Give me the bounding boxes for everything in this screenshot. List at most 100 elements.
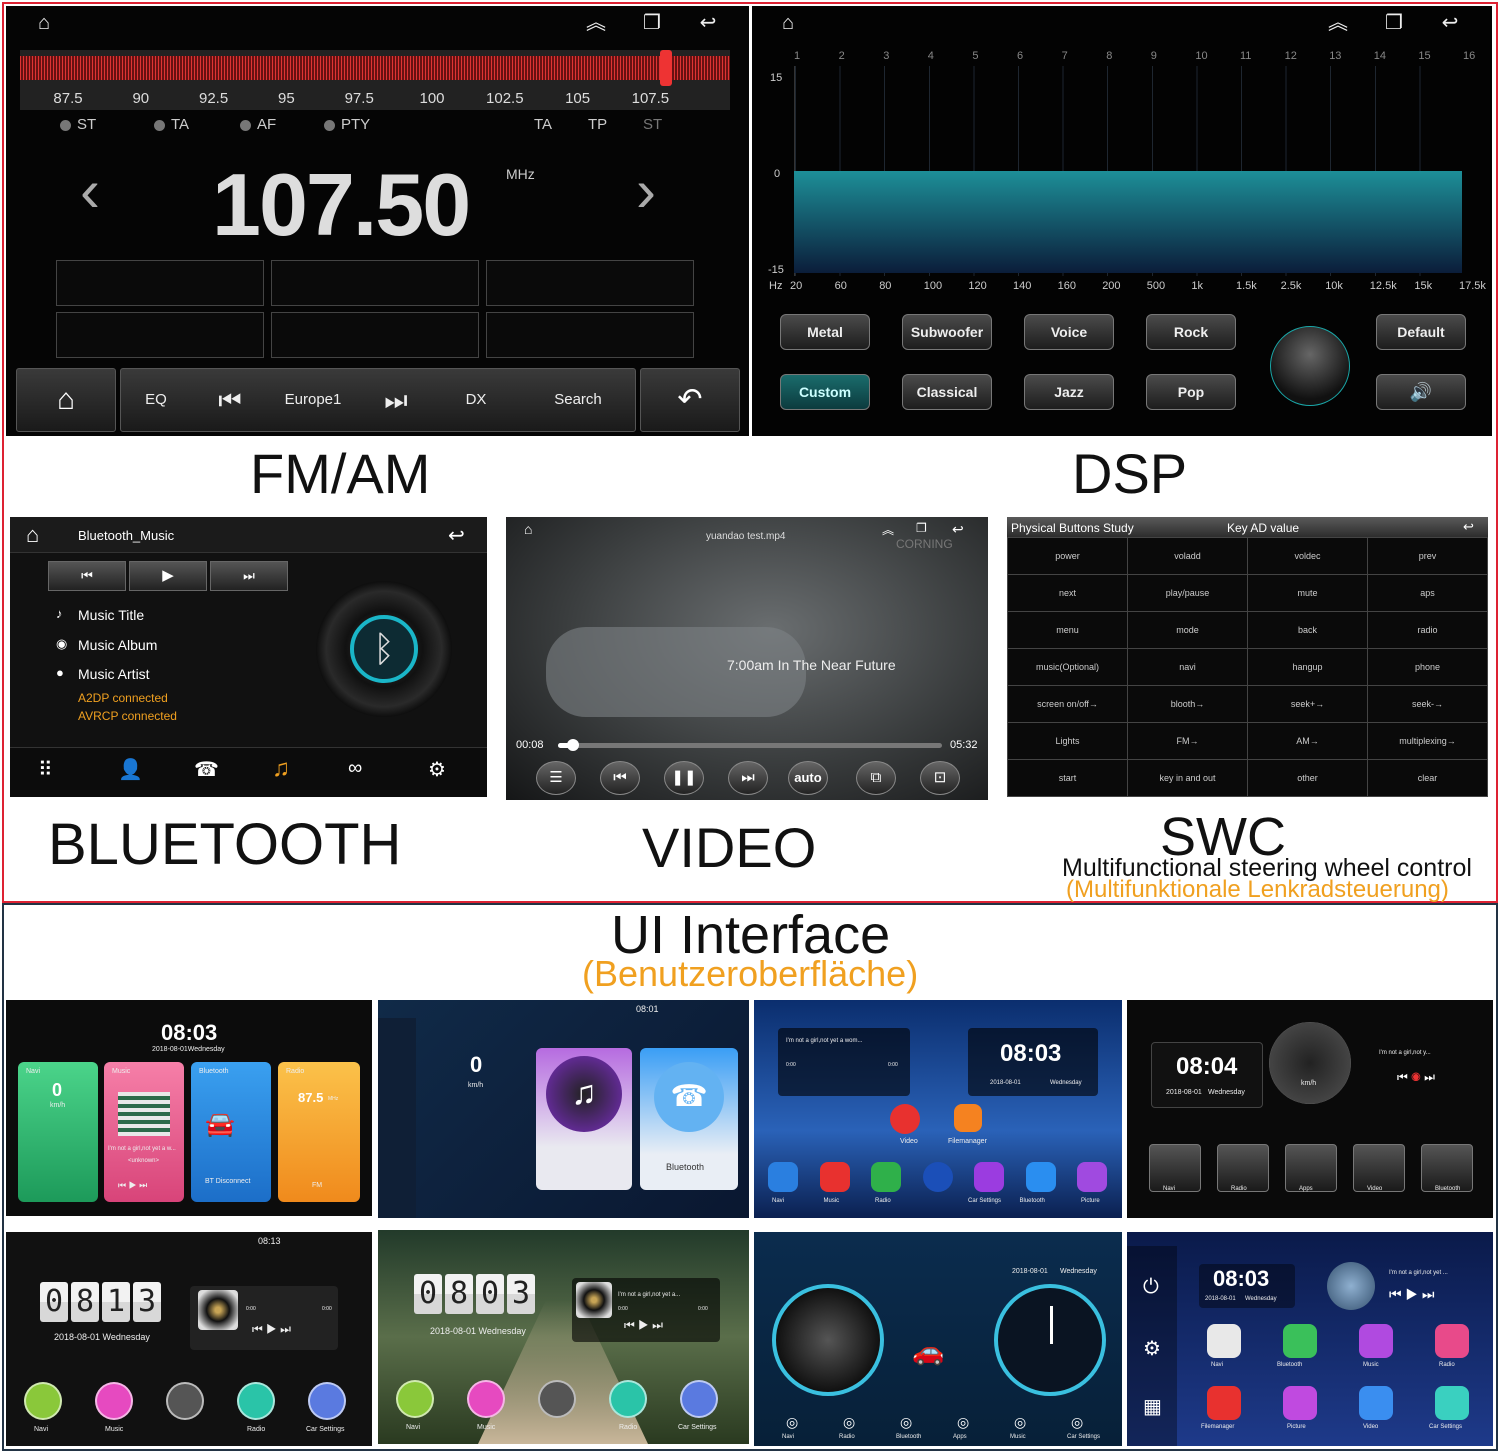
swc-key-cell[interactable]: blooth→ — [1127, 685, 1248, 723]
swc-key-cell[interactable]: multiplexing→ — [1367, 722, 1488, 760]
t8-app-icon[interactable] — [1283, 1324, 1317, 1358]
t3-dock-icon[interactable] — [871, 1162, 901, 1192]
t7-dock-icon[interactable]: ◎ — [843, 1414, 855, 1431]
search-button[interactable]: Search — [546, 368, 610, 432]
preset-metal-button[interactable]: Metal — [780, 314, 870, 350]
preset-rock-button[interactable]: Rock — [1146, 314, 1236, 350]
gear-icon[interactable]: ⚙ — [1143, 1336, 1161, 1361]
bt-next-button[interactable]: ⏭ — [210, 561, 288, 591]
t7-dock-icon[interactable]: ◎ — [1071, 1414, 1083, 1431]
swc-key-cell[interactable]: seek+→ — [1247, 685, 1368, 723]
back-arrow-icon[interactable]: ↩ — [1463, 519, 1474, 535]
swc-key-cell[interactable]: navi — [1127, 648, 1248, 686]
swc-key-cell[interactable]: Lights — [1007, 722, 1128, 760]
eq-curve-fill[interactable] — [794, 171, 1462, 273]
swc-key-cell[interactable]: key in and out — [1127, 759, 1248, 797]
double-chevron-up-icon[interactable]: ︽ — [582, 12, 610, 34]
swc-key-cell[interactable]: menu — [1007, 611, 1128, 649]
swc-key-cell[interactable]: other — [1247, 759, 1368, 797]
t5-music-widget[interactable]: 0:00 0:00 ⏮ ▶ ⏭ — [190, 1286, 338, 1350]
swc-key-cell[interactable]: aps — [1367, 574, 1488, 612]
preset-voice-button[interactable]: Voice — [1024, 314, 1114, 350]
t7-dock-icon[interactable]: ◎ — [900, 1414, 912, 1431]
swc-key-cell[interactable]: back — [1247, 611, 1368, 649]
recent-apps-icon[interactable]: ❐ — [638, 12, 666, 34]
t5-dock-icon[interactable] — [237, 1382, 275, 1420]
t2-bluetooth-card[interactable]: ☎ Bluetooth — [640, 1048, 738, 1190]
flag-af[interactable]: AF — [240, 116, 276, 133]
preset-slot-6[interactable] — [486, 312, 694, 358]
ui-thumb-8[interactable]: ⏻ ⚙ ▦ 08:03 2018-08-01 Wednesday I'm not… — [1127, 1232, 1493, 1446]
home-button[interactable]: ⌂ — [16, 368, 116, 432]
next-station-arrow[interactable]: › — [636, 156, 656, 225]
t4-dock-icon[interactable] — [1217, 1144, 1269, 1192]
t7-music-dial[interactable] — [772, 1284, 884, 1396]
t4-dock-icon[interactable] — [1285, 1144, 1337, 1192]
ui-thumb-6[interactable]: 0803 2018-08-01 Wednesday I'm not a girl… — [378, 1230, 749, 1444]
swc-key-cell[interactable]: start — [1007, 759, 1128, 797]
t3-dock-icon[interactable] — [1025, 1162, 1056, 1192]
eq-button[interactable]: EQ — [136, 368, 176, 432]
link-pair-icon[interactable]: ∞ — [348, 757, 362, 780]
progress-track[interactable] — [558, 739, 942, 751]
back-arrow-icon[interactable]: ↩ — [1436, 12, 1464, 34]
t5-music-controls[interactable]: ⏮ ▶ ⏭ — [252, 1322, 291, 1337]
swc-key-cell[interactable]: music(Optional) — [1007, 648, 1128, 686]
bt-play-button[interactable]: ▶ — [129, 561, 207, 591]
preset-slot-4[interactable] — [56, 312, 264, 358]
preset-pop-button[interactable]: Pop — [1146, 374, 1236, 410]
swc-key-cell[interactable]: AM→ — [1247, 722, 1368, 760]
swc-key-cell[interactable]: prev — [1367, 537, 1488, 575]
swc-key-cell[interactable]: play/pause — [1127, 574, 1248, 612]
t5-dock-icon[interactable] — [95, 1382, 133, 1420]
recent-apps-icon[interactable]: ❐ — [916, 521, 927, 535]
bt-prev-button[interactable]: ⏮ — [48, 561, 126, 591]
call-log-icon[interactable]: ☎ — [194, 757, 219, 782]
double-chevron-up-icon[interactable]: ︽ — [882, 521, 894, 538]
ui-thumb-3[interactable]: I'm not a girl,not yet a wom... 0:00 0:0… — [754, 1000, 1122, 1218]
t1-card-navi[interactable]: Navi 0 km/h — [18, 1062, 98, 1202]
t4-dock-icon[interactable] — [1421, 1144, 1473, 1192]
t5-dock-icon[interactable] — [308, 1382, 346, 1420]
preset-jazz-button[interactable]: Jazz — [1024, 374, 1114, 410]
t1-card-music[interactable]: Music I'm not a girl,not yet a w... <unk… — [104, 1062, 184, 1202]
eq-sliders-icon[interactable]: ☰ — [536, 761, 576, 795]
ui-thumb-5[interactable]: 08:13 0813 2018-08-01 Wednesday 0:00 0:0… — [6, 1232, 372, 1446]
t7-dock-icon[interactable]: ◎ — [957, 1414, 969, 1431]
home-outline-icon[interactable]: ⌂ — [774, 12, 802, 34]
swc-key-cell[interactable]: next — [1007, 574, 1128, 612]
t2-music-card[interactable]: ♫ — [536, 1048, 632, 1190]
t8-app-icon[interactable] — [1359, 1386, 1393, 1420]
t5-dock-icon[interactable] — [24, 1382, 62, 1420]
t6-dock-icon[interactable] — [467, 1380, 505, 1418]
t8-app-icon[interactable] — [1435, 1324, 1469, 1358]
swc-key-cell[interactable]: hangup — [1247, 648, 1368, 686]
t8-app-icon[interactable] — [1283, 1386, 1317, 1420]
t6-dock-icon[interactable] — [680, 1380, 718, 1418]
swc-key-cell[interactable]: seek-→ — [1367, 685, 1488, 723]
swc-key-cell[interactable]: voldec — [1247, 537, 1368, 575]
filemanager-app-icon[interactable] — [954, 1104, 982, 1132]
t3-dock-icon[interactable] — [768, 1162, 798, 1192]
t4-dock-icon[interactable] — [1149, 1144, 1201, 1192]
t3-dock-icon[interactable] — [922, 1162, 953, 1192]
t8-music-controls[interactable]: ⏮ ▶ ⏭ — [1389, 1286, 1434, 1303]
t1-card-bluetooth[interactable]: Bluetooth 🚘 BT Disconnect — [191, 1062, 271, 1202]
flag-pty[interactable]: PTY — [324, 116, 370, 133]
ui-thumb-2[interactable]: 08:01 0 km/h ♫ ☎ Bluetooth — [378, 1000, 749, 1218]
t8-app-icon[interactable] — [1207, 1324, 1241, 1358]
bt-music-icon[interactable]: ♫ — [272, 755, 290, 783]
next-track-icon[interactable]: ⏭ — [728, 761, 768, 795]
prev-track-icon[interactable]: ⏮ — [600, 761, 640, 795]
dialpad-icon[interactable]: ⠿ — [38, 757, 53, 782]
preset-slot-3[interactable] — [486, 260, 694, 306]
t4-dock-icon[interactable] — [1353, 1144, 1405, 1192]
double-chevron-up-icon[interactable]: ︽ — [1324, 12, 1352, 34]
swc-key-cell[interactable]: FM→ — [1127, 722, 1248, 760]
back-arrow-icon[interactable]: ↩ — [952, 521, 964, 538]
flag-st[interactable]: ST — [60, 116, 96, 133]
preset-classical-button[interactable]: Classical — [902, 374, 992, 410]
swc-key-cell[interactable]: screen on/off→ — [1007, 685, 1128, 723]
preset-custom-button[interactable]: Custom — [780, 374, 870, 410]
preset-slot-1[interactable] — [56, 260, 264, 306]
